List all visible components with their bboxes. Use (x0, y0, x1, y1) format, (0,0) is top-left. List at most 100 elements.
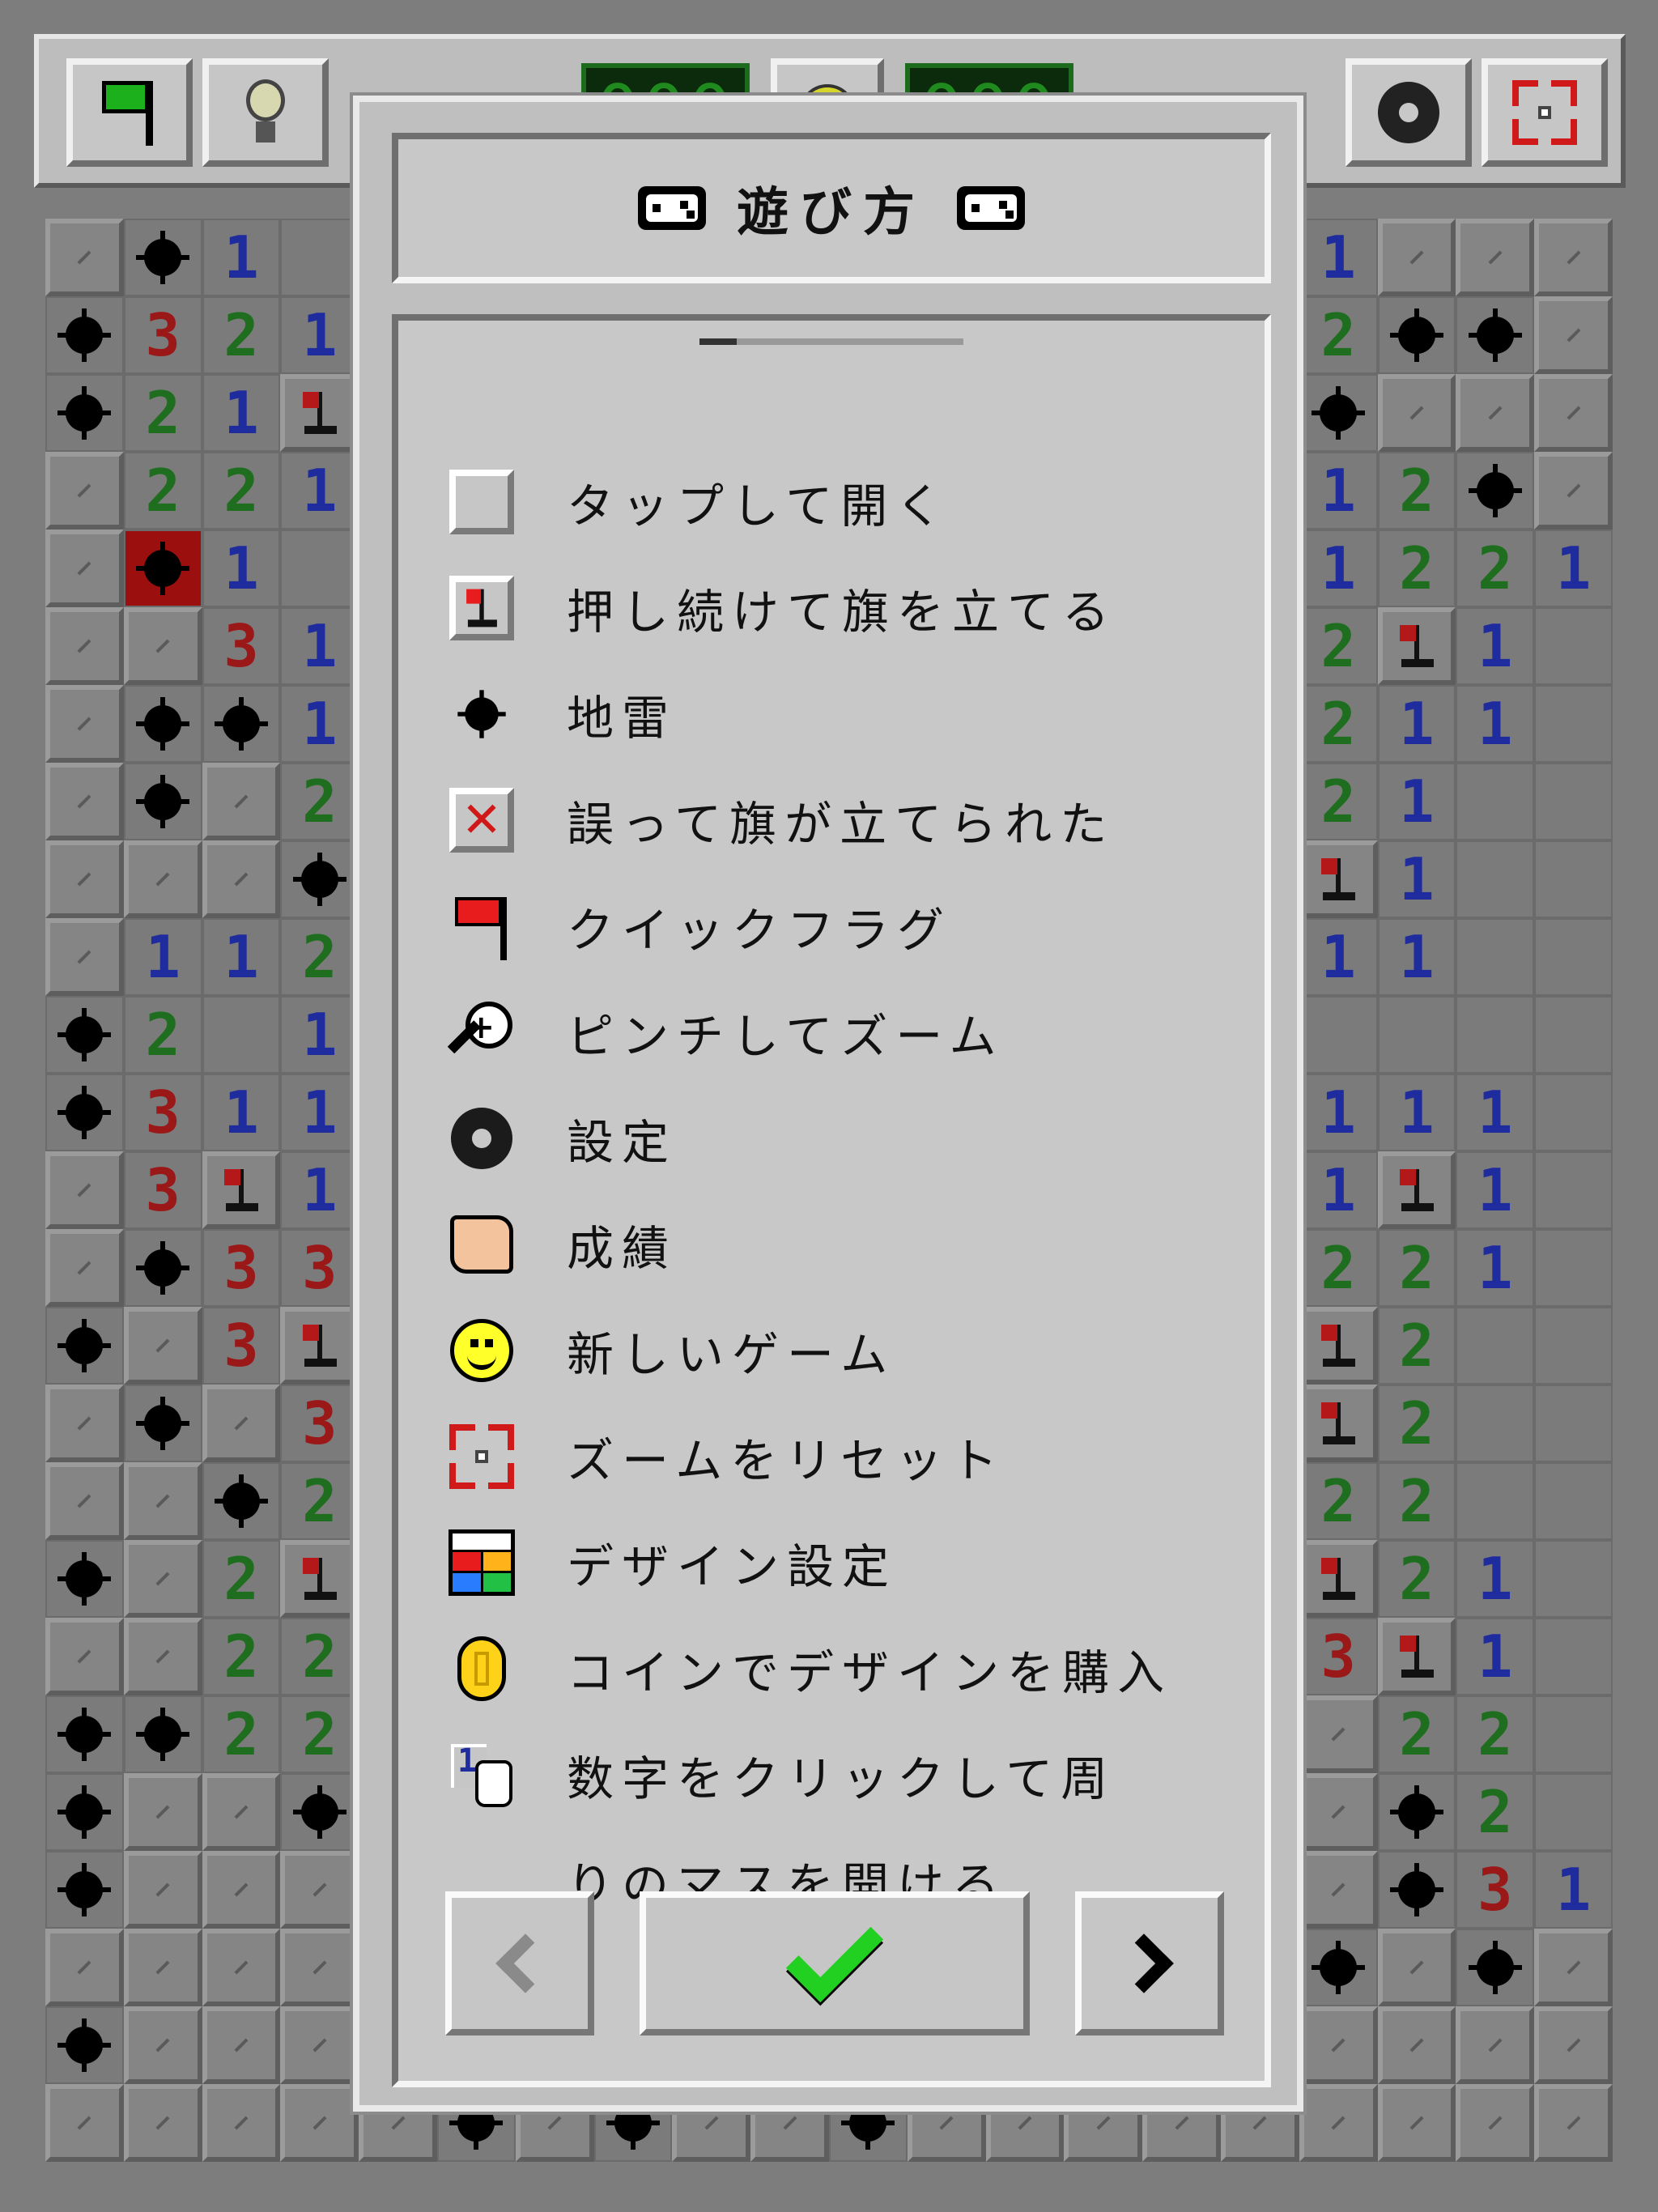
closed-cell[interactable] (45, 452, 124, 530)
mine-cell[interactable] (280, 840, 359, 918)
closed-cell[interactable] (202, 1773, 281, 1851)
empty-cell[interactable] (1456, 1462, 1535, 1540)
closed-cell[interactable] (123, 840, 202, 918)
mine-cell[interactable] (1377, 296, 1456, 374)
mine-cell[interactable] (123, 685, 202, 763)
number-cell[interactable]: 3 (1299, 1618, 1378, 1695)
hint-button[interactable] (202, 58, 329, 167)
closed-cell[interactable] (123, 2006, 202, 2084)
closed-cell[interactable] (280, 2006, 359, 2084)
number-cell[interactable]: 2 (280, 763, 359, 840)
empty-cell[interactable] (1534, 685, 1613, 763)
empty-cell[interactable] (1299, 996, 1378, 1074)
flagged-cell[interactable] (1299, 1385, 1378, 1462)
number-cell[interactable]: 2 (202, 1540, 281, 1618)
number-cell[interactable]: 3 (123, 1151, 202, 1229)
closed-cell[interactable] (1377, 219, 1456, 296)
flagged-cell[interactable] (280, 374, 359, 452)
number-cell[interactable]: 1 (1456, 1229, 1535, 1307)
flagged-cell[interactable] (1377, 1618, 1456, 1695)
empty-cell[interactable] (1456, 763, 1535, 840)
mine-cell[interactable] (123, 1695, 202, 1773)
closed-cell[interactable] (1299, 1851, 1378, 1929)
empty-cell[interactable] (1534, 1540, 1613, 1618)
number-cell[interactable]: 2 (1377, 1307, 1456, 1385)
next-button[interactable] (1075, 1891, 1224, 2035)
mine-cell[interactable] (45, 296, 124, 374)
zoom-reset-button[interactable] (1482, 58, 1608, 167)
closed-cell[interactable] (45, 840, 124, 918)
closed-cell[interactable] (280, 2084, 359, 2162)
mine-cell[interactable] (1377, 1773, 1456, 1851)
number-cell[interactable]: 2 (1456, 1773, 1535, 1851)
number-cell[interactable]: 1 (1377, 685, 1456, 763)
mine-cell[interactable] (123, 219, 202, 296)
mine-cell[interactable] (45, 996, 124, 1074)
flagged-cell[interactable] (280, 1307, 359, 1385)
number-cell[interactable]: 1 (202, 1074, 281, 1151)
closed-cell[interactable] (1534, 374, 1613, 452)
instructions-panel[interactable]: タップして開く 押し続けて旗を立てる 地雷 ✕ 誤って旗が立てられた クイックフ… (392, 314, 1271, 2087)
number-cell[interactable]: 1 (1377, 1074, 1456, 1151)
flagged-cell[interactable] (1299, 1540, 1378, 1618)
number-cell[interactable]: 1 (280, 1074, 359, 1151)
empty-cell[interactable] (1534, 1618, 1613, 1695)
number-cell[interactable]: 1 (1299, 1151, 1378, 1229)
closed-cell[interactable] (202, 2006, 281, 2084)
settings-button[interactable] (1346, 58, 1472, 167)
number-cell[interactable]: 2 (1377, 1540, 1456, 1618)
closed-cell[interactable] (45, 1462, 124, 1540)
number-cell[interactable]: 2 (1377, 1695, 1456, 1773)
number-cell[interactable]: 2 (1299, 1462, 1378, 1540)
mine-cell[interactable] (202, 685, 281, 763)
previous-button[interactable] (445, 1891, 594, 2035)
confirm-button[interactable] (640, 1891, 1030, 2035)
flag-mode-button[interactable] (66, 58, 193, 167)
closed-cell[interactable] (1299, 2084, 1378, 2162)
closed-cell[interactable] (1534, 2084, 1613, 2162)
number-cell[interactable]: 2 (1377, 530, 1456, 607)
empty-cell[interactable] (1534, 918, 1613, 996)
mine-cell[interactable] (45, 2006, 124, 2084)
number-cell[interactable]: 3 (202, 1307, 281, 1385)
empty-cell[interactable] (1534, 1695, 1613, 1773)
closed-cell[interactable] (202, 1851, 281, 1929)
number-cell[interactable]: 2 (202, 1695, 281, 1773)
mine-cell[interactable] (1456, 296, 1535, 374)
closed-cell[interactable] (45, 1618, 124, 1695)
mine-cell[interactable] (1299, 1929, 1378, 2006)
empty-cell[interactable] (1456, 840, 1535, 918)
number-cell[interactable]: 1 (1299, 530, 1378, 607)
closed-cell[interactable] (123, 1929, 202, 2006)
closed-cell[interactable] (280, 1929, 359, 2006)
number-cell[interactable]: 1 (1299, 1074, 1378, 1151)
empty-cell[interactable] (1534, 1385, 1613, 1462)
closed-cell[interactable] (202, 1929, 281, 2006)
empty-cell[interactable] (1534, 1773, 1613, 1851)
closed-cell[interactable] (1456, 2084, 1535, 2162)
number-cell[interactable]: 3 (280, 1229, 359, 1307)
number-cell[interactable]: 1 (280, 607, 359, 685)
number-cell[interactable]: 2 (280, 1695, 359, 1773)
mine-cell[interactable] (123, 763, 202, 840)
mine-cell[interactable] (1299, 374, 1378, 452)
number-cell[interactable]: 2 (280, 918, 359, 996)
closed-cell[interactable] (1299, 1773, 1378, 1851)
mine-cell[interactable] (45, 1695, 124, 1773)
closed-cell[interactable] (1534, 2006, 1613, 2084)
mine-cell[interactable] (45, 1074, 124, 1151)
closed-cell[interactable] (45, 763, 124, 840)
number-cell[interactable]: 2 (202, 452, 281, 530)
number-cell[interactable]: 2 (123, 374, 202, 452)
number-cell[interactable]: 2 (1456, 1695, 1535, 1773)
number-cell[interactable]: 1 (1456, 1540, 1535, 1618)
number-cell[interactable]: 1 (1456, 1074, 1535, 1151)
number-cell[interactable]: 1 (1377, 840, 1456, 918)
closed-cell[interactable] (45, 219, 124, 296)
mine-cell[interactable] (1377, 1851, 1456, 1929)
closed-cell[interactable] (45, 607, 124, 685)
mine-cell[interactable] (45, 374, 124, 452)
number-cell[interactable]: 1 (1456, 1151, 1535, 1229)
number-cell[interactable]: 1 (1456, 1618, 1535, 1695)
number-cell[interactable]: 3 (1456, 1851, 1535, 1929)
